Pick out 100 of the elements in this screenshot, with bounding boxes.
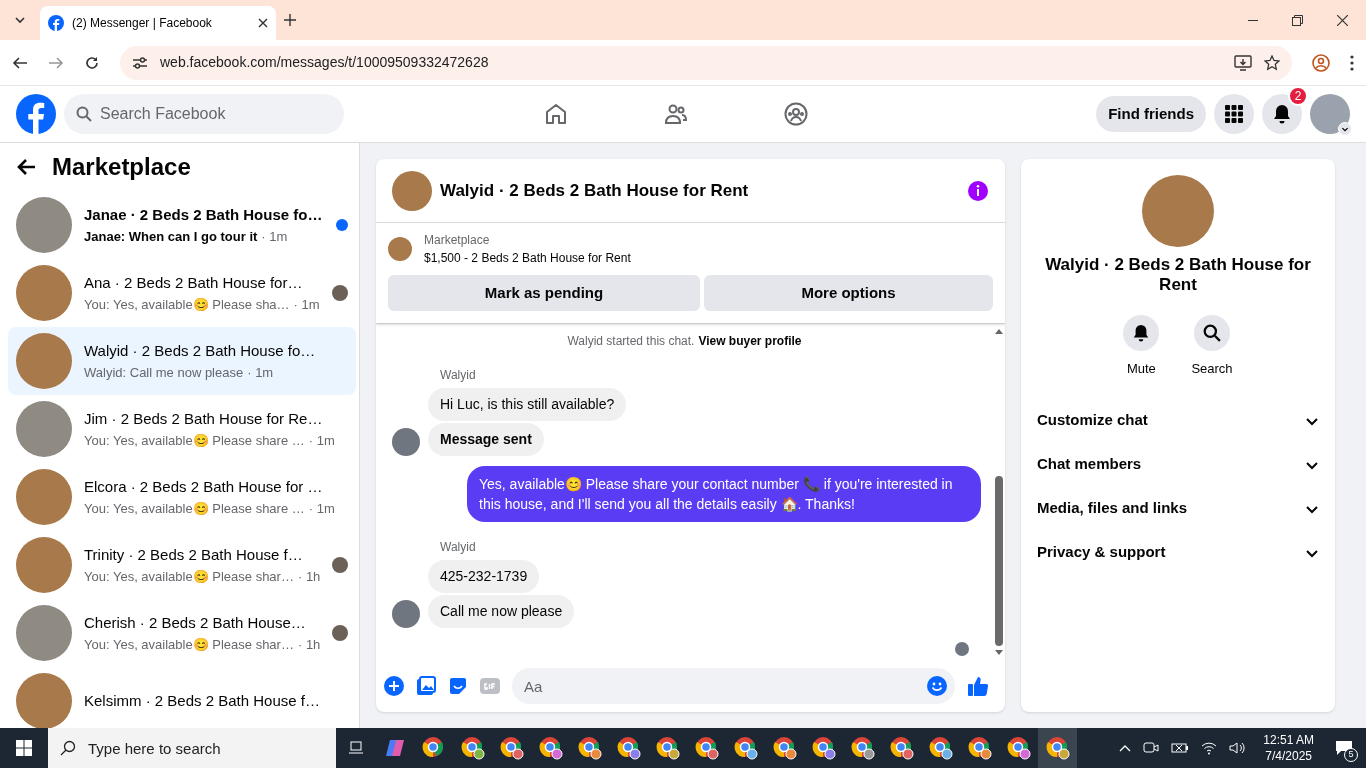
thumbs-up-icon[interactable] [967, 675, 989, 697]
chat-name: Walyid · 2 Beds 2 Bath House for Rent [1044, 255, 1312, 295]
message-time: · 1m [247, 363, 274, 382]
listing-photo [16, 265, 72, 321]
battery-icon[interactable] [1171, 742, 1190, 754]
section-toggle[interactable]: Privacy & support [1037, 530, 1319, 575]
bell-icon [1272, 104, 1292, 124]
site-settings-icon [132, 55, 148, 70]
sidebar-title: Marketplace [52, 152, 191, 182]
listing-photo [16, 401, 72, 457]
listing-photo [16, 673, 72, 728]
search-icon [76, 106, 92, 122]
scroll-up-arrow-icon[interactable] [995, 328, 1003, 334]
url-text: web.facebook.com/messages/t/10009509332472628 [160, 53, 490, 72]
message-preview: You: Yes, available😊 Please share … [84, 499, 305, 518]
minimize-icon[interactable] [1248, 19, 1258, 22]
conversation-title: Walyid · 2 Beds 2 Bath House fo… [84, 341, 317, 361]
message-preview: You: Yes, available😊 Please share … [84, 431, 305, 450]
sender-name: Walyid [440, 368, 476, 382]
address-bar[interactable]: web.facebook.com/messages/t/10009509332472628 [120, 45, 1292, 80]
section-toggle[interactable]: Customize chat [1037, 398, 1319, 443]
camera-icon[interactable] [1143, 741, 1160, 755]
listing-photo [16, 333, 72, 389]
listing-photo [392, 170, 432, 211]
account-button[interactable] [1310, 94, 1350, 134]
more-options-icon[interactable] [1350, 54, 1354, 71]
close-icon[interactable] [1337, 15, 1348, 26]
listing-photo [16, 605, 72, 661]
message-preview: You: Yes, available😊 Please sha… [84, 295, 290, 314]
groups-icon[interactable] [784, 102, 808, 126]
emoji-icon[interactable] [927, 676, 947, 696]
facebook-logo-icon[interactable] [16, 94, 56, 134]
search-icon [1203, 324, 1221, 342]
incoming-message: Hi Luc, is this still available? [428, 388, 627, 421]
sticker-icon[interactable] [448, 676, 468, 696]
clock[interactable]: 12:51 AM 7/4/2025 [1259, 732, 1318, 764]
notification-center-button[interactable]: 5 [1330, 734, 1358, 762]
conversation-title: Ana · 2 Beds 2 Bath House for… [84, 273, 304, 293]
reload-icon[interactable] [84, 54, 100, 71]
message-time: · 1h [297, 567, 321, 586]
search-icon [60, 740, 76, 756]
section-toggle[interactable]: Media, files and links [1037, 486, 1319, 531]
message-input[interactable]: Aa [512, 668, 955, 704]
bell-icon [1132, 324, 1151, 342]
mark-as-pending-button[interactable]: Mark as pending [388, 275, 700, 311]
conversation-title: Kelsimm · 2 Beds 2 Bath House f… [84, 690, 321, 711]
find-friends-button[interactable]: Find friends [1096, 96, 1206, 132]
conversation-title: Cherish · 2 Beds 2 Bath House… [84, 613, 307, 633]
back-arrow-icon[interactable] [12, 54, 28, 71]
new-tab-icon[interactable] [284, 14, 296, 26]
taskbar-search-field[interactable]: Type here to search [48, 728, 336, 768]
info-icon[interactable] [967, 179, 989, 202]
facebook-logo-icon [48, 15, 64, 31]
message-preview: You: Yes, available😊 Please shar… [84, 567, 294, 586]
message-preview: Janae: When can I go tour it [84, 227, 258, 246]
profile-icon[interactable] [1312, 53, 1330, 72]
photo-icon[interactable] [416, 676, 436, 696]
conversation-item[interactable]: Walyid · 2 Beds 2 Bath House fo… Walyid: Call me now please · 1m [8, 327, 357, 395]
restore-icon[interactable] [1292, 15, 1303, 26]
conversation-title: Trinity · 2 Beds 2 Bath House f… [84, 545, 304, 565]
tab-title: (2) Messenger | Facebook [72, 15, 213, 32]
speaker-icon[interactable] [1229, 741, 1248, 755]
plus-icon[interactable] [384, 676, 404, 696]
system-message: Walyid started this chat. [567, 333, 695, 350]
message-time: · 1m [308, 431, 335, 450]
friends-icon[interactable] [664, 102, 688, 126]
scroll-down-arrow-icon[interactable] [995, 650, 1003, 656]
menu-button[interactable] [1214, 94, 1254, 134]
install-icon[interactable] [1234, 54, 1252, 71]
notification-count: 2 [1288, 86, 1308, 106]
browser-icon[interactable] [1038, 728, 1077, 768]
chat-title[interactable]: Walyid · 2 Beds 2 Bath House for Rent [440, 177, 959, 204]
more-options-button[interactable]: More options [704, 275, 993, 311]
back-arrow-icon[interactable] [16, 158, 36, 176]
view-buyer-profile-link[interactable]: View buyer profile [698, 332, 802, 350]
listing-title: $1,500 - 2 Beds 2 Bath House for Rent [424, 250, 631, 267]
incoming-message: Message sent [428, 423, 544, 456]
chevron-down-icon [1338, 122, 1352, 136]
listing-photo [16, 469, 72, 525]
listing-photo [388, 237, 412, 261]
section-toggle[interactable]: Chat members [1037, 442, 1319, 487]
message-time: · 1m [293, 295, 320, 314]
chat-bubble-icon [1335, 740, 1353, 756]
message-preview: You: Yes, available😊 Please shar… [84, 635, 294, 654]
star-icon[interactable] [1264, 54, 1280, 71]
grid-menu-icon [1225, 105, 1243, 123]
close-icon[interactable] [258, 18, 268, 28]
conversation-title: Elcora · 2 Beds 2 Bath House for … [84, 477, 324, 497]
browser-tab[interactable]: (2) Messenger | Facebook [40, 6, 276, 40]
home-icon[interactable] [544, 102, 568, 126]
search-button[interactable]: Search [1191, 315, 1233, 379]
search-field[interactable]: Search Facebook [64, 94, 344, 134]
listing-photo [16, 197, 72, 253]
listing-photo [16, 537, 72, 593]
forward-arrow-icon[interactable] [48, 54, 64, 71]
incoming-message: 425-232-1739 [428, 560, 540, 593]
wifi-icon[interactable] [1201, 741, 1218, 755]
conversation-title: Jim · 2 Beds 2 Bath House for Re… [84, 409, 324, 429]
outgoing-message: Yes, available😊 Please share your contact number 📞 if you're interested in this house, and I'll send you all the details easily 🏠. Thanks! [467, 466, 981, 522]
chevron-up-icon[interactable] [1119, 744, 1132, 752]
